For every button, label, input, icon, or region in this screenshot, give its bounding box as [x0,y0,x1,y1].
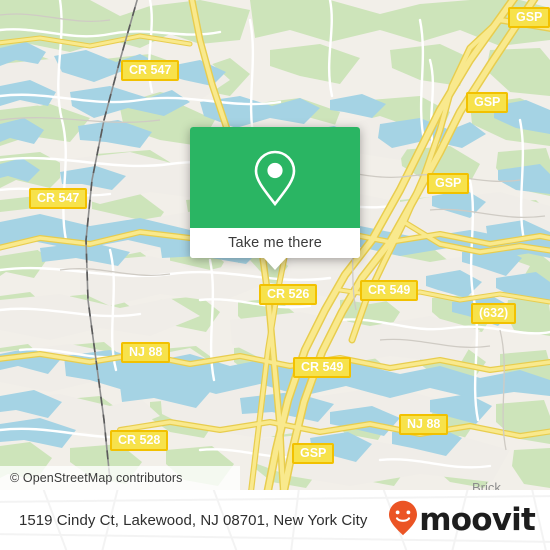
location-pin-icon [252,149,298,207]
road-shield: GSP [466,92,509,113]
road-shield: NJ 88 [399,414,449,435]
road-shield-label: GSP [300,446,327,460]
road-shield: CR 528 [110,430,169,451]
road-shield-label: CR 549 [301,360,344,374]
popup-pointer-tail [264,258,286,270]
road-shield: GSP [292,443,335,464]
moovit-brand-logo[interactable]: moovit [388,500,536,541]
popup-header [190,127,360,228]
road-shield: NJ 88 [121,342,171,363]
road-shield-label: CR 528 [118,433,161,447]
road-shield: CR 549 [293,357,352,378]
address-text: 1519 Cindy Ct, Lakewood, NJ 08701, New Y… [19,511,368,529]
take-me-there-label: Take me there [228,235,322,251]
road-shield-label: NJ 88 [407,417,441,431]
road-shield-label: CR 547 [129,63,172,77]
road-shield-label: CR 549 [368,283,411,297]
moovit-smiley-pin-icon [388,500,418,541]
attribution-text: © OpenStreetMap contributors [10,471,183,485]
address-footer-bar: 1519 Cindy Ct, Lakewood, NJ 08701, New Y… [0,490,550,550]
footer-content: 1519 Cindy Ct, Lakewood, NJ 08701, New Y… [0,490,550,550]
map-canvas[interactable]: GSP CR 547 GSP CR 547 GSP CR 526 CR 549 (632) NJ… [0,0,550,490]
road-shield-label: GSP [474,95,501,109]
road-shield-label: CR 526 [267,287,310,301]
road-shield-label: NJ 88 [129,345,163,359]
map-attribution: © OpenStreetMap contributors [0,466,240,490]
map-popup-card[interactable]: Take me there [190,127,360,270]
moovit-map-screenshot: GSP CR 547 GSP CR 547 GSP CR 526 CR 549 (632) NJ… [0,0,550,550]
road-shield: GSP [508,7,550,28]
road-shield-label: GSP [435,176,462,190]
place-label: Brick [472,480,501,490]
road-shield-label: CR 547 [37,191,80,205]
moovit-wordmark: moovit [419,501,536,538]
road-shield: CR 549 [360,280,419,301]
road-shield: (632) [471,303,517,324]
road-shield: CR 526 [259,284,318,305]
road-shield-label: (632) [479,306,509,320]
popup-body: Take me there [190,127,360,258]
popup-footer[interactable]: Take me there [190,228,360,258]
road-shield: GSP [427,173,470,194]
road-shield: CR 547 [29,188,88,209]
road-shield: CR 547 [121,60,180,81]
place-label-text: Brick [472,480,501,490]
road-shield-label: GSP [516,10,543,24]
